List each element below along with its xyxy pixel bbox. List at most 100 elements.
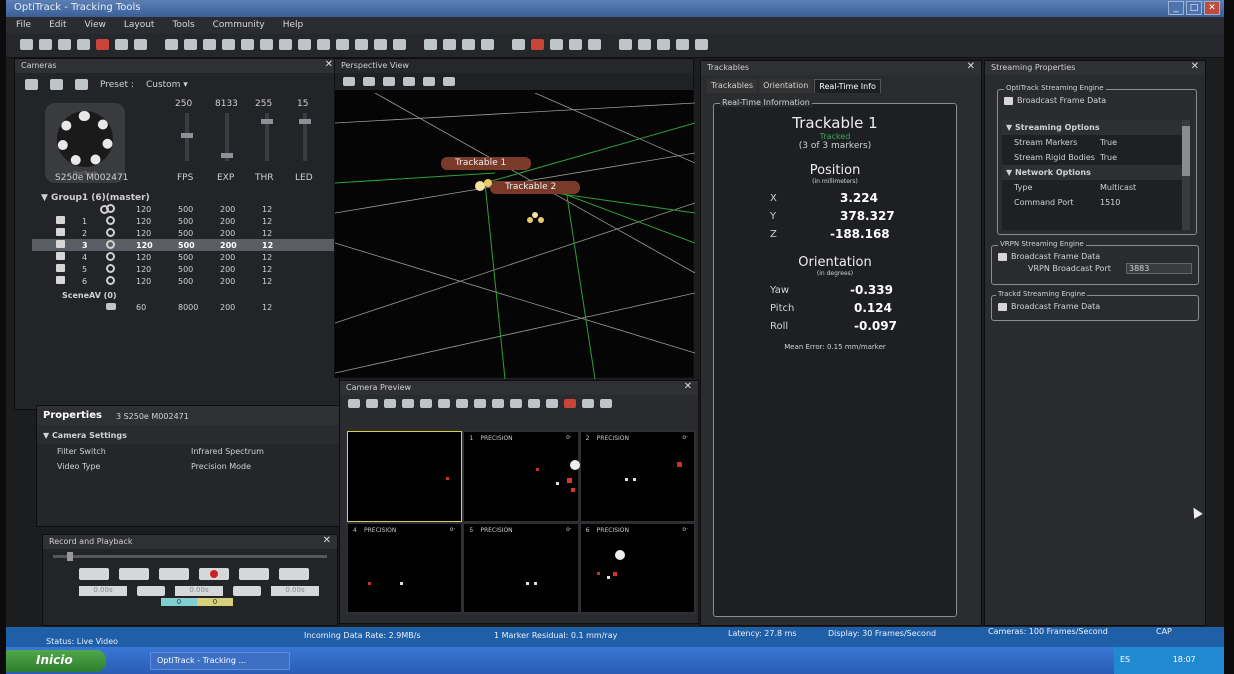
pen-icon[interactable] [528,399,540,408]
skip-back-icon[interactable] [79,568,109,580]
layout-icon[interactable] [165,39,178,50]
property-row[interactable]: Command Port 1510 [1002,195,1182,210]
gear-icon[interactable] [492,399,504,408]
display-icon[interactable] [443,77,455,86]
frame-icon[interactable] [546,399,558,408]
menu-file[interactable]: File [16,20,31,34]
chat-icon[interactable] [512,39,525,50]
table-row[interactable]: 4 120 500 200 12 [56,251,340,263]
table-row[interactable]: 2 120 500 200 12 [56,227,340,239]
checkbox[interactable] [56,240,65,248]
3d-scene[interactable] [335,93,695,379]
panel2-icon[interactable] [443,39,456,50]
hand-icon[interactable] [348,399,360,408]
tab-real-time-info[interactable]: Real-Time Info [814,79,881,93]
delete-icon[interactable] [96,39,109,50]
checkbox[interactable] [56,252,65,260]
crosshair-icon[interactable] [510,399,522,408]
menu-view[interactable]: View [85,20,106,34]
checkbox[interactable] [56,276,65,284]
table-row[interactable]: 120 500 200 12 [56,203,340,215]
exp-slider[interactable] [221,113,233,161]
camera-cell[interactable]: 4 PRECISION o· [348,523,462,612]
rewind-icon[interactable] [119,568,149,580]
close-icon[interactable]: ✕ [684,381,692,392]
streaming-options-section[interactable]: ▼ Streaming Options [1002,120,1182,135]
menu-help[interactable]: Help [283,20,304,34]
property-row[interactable]: Stream Markers True [1002,135,1182,150]
doc-icon[interactable] [550,39,563,50]
circle-icon[interactable] [402,399,414,408]
record-icon[interactable] [199,568,229,580]
table-row-selected[interactable]: 3 120 500 200 12 [32,239,338,251]
panel4-icon[interactable] [481,39,494,50]
window-icon[interactable] [619,39,632,50]
layout-one-icon[interactable] [366,399,378,408]
table-row[interactable]: 5 120 500 200 12 [56,263,340,275]
play-icon[interactable] [239,568,269,580]
preset-dropdown[interactable]: Custom ▾ [146,80,188,90]
menu-layout[interactable]: Layout [124,20,155,34]
tools-icon[interactable] [77,39,90,50]
wand-icon[interactable] [241,39,254,50]
camera-add-icon[interactable] [50,79,63,90]
page-icon[interactable] [638,39,651,50]
camera-cell[interactable]: 6 PRECISION o· [580,523,694,612]
square-icon[interactable] [438,399,450,408]
property-row[interactable]: Video Type Precision Mode [37,459,339,474]
scrollbar[interactable] [1182,120,1190,230]
camera-cell[interactable]: 1 PRECISION o· [464,432,581,521]
image3-icon[interactable] [393,39,406,50]
stop-icon[interactable] [159,568,189,580]
tag-icon[interactable] [588,39,601,50]
bracket-right-icon[interactable] [134,39,147,50]
counter-field[interactable]: 0 [161,598,197,606]
group-label[interactable]: ▼ Group1 (6)(master) [41,193,150,203]
menu-community[interactable]: Community [213,20,265,34]
list-icon[interactable] [25,79,38,90]
grid-view-icon[interactable] [403,77,415,86]
camera-icon[interactable] [203,39,216,50]
thr-slider[interactable] [261,113,273,161]
property-row[interactable]: Stream Rigid Bodies True [1002,150,1182,165]
shield-icon[interactable] [582,399,594,408]
panel3-icon[interactable] [462,39,475,50]
globe-icon[interactable] [569,39,582,50]
tab-trackables[interactable]: Trackables [707,79,758,93]
help-icon[interactable] [695,39,708,50]
comment-icon[interactable] [260,39,273,50]
close-icon[interactable]: ✕ [323,535,331,546]
time-field[interactable]: 0.00s [79,586,127,596]
vrpn-broadcast-checkbox[interactable]: Broadcast Frame Data [992,246,1198,261]
save-icon[interactable] [58,39,71,50]
grid-icon[interactable] [317,39,330,50]
open-icon[interactable] [39,39,52,50]
bracket-left-icon[interactable] [115,39,128,50]
step-back-icon[interactable] [137,586,165,596]
record-icon[interactable] [531,39,544,50]
table-row[interactable]: 6 120 500 200 12 [56,275,340,287]
scene-label[interactable]: SceneAV (0) [62,287,340,301]
square2-icon[interactable] [456,399,468,408]
image-icon[interactable] [355,39,368,50]
close-button[interactable]: ✕ [1204,1,1220,15]
wand-icon[interactable] [420,399,432,408]
close-icon[interactable]: ✕ [967,61,975,72]
table-row[interactable]: 60 8000 200 12 [56,301,340,313]
camera-remove-icon[interactable] [75,79,88,90]
layout-two-icon[interactable] [384,399,396,408]
camera-settings-section[interactable]: ▼ Camera Settings [37,425,339,444]
checkbox[interactable] [56,228,65,236]
camera-cell[interactable] [346,431,463,522]
led-slider[interactable] [299,113,311,161]
view-icon[interactable] [343,77,355,86]
time-field[interactable]: 0.00s [271,586,319,596]
counter-field[interactable]: 0 [197,598,233,606]
property-row[interactable]: Filter Switch Infrared Spectrum [37,444,339,459]
step-forward-icon[interactable] [233,586,261,596]
fps-slider[interactable] [181,113,193,161]
new-icon[interactable] [20,39,33,50]
camera-cell[interactable]: 2 PRECISION o· [580,432,694,521]
snap-icon[interactable] [298,39,311,50]
skip-forward-icon[interactable] [279,568,309,580]
